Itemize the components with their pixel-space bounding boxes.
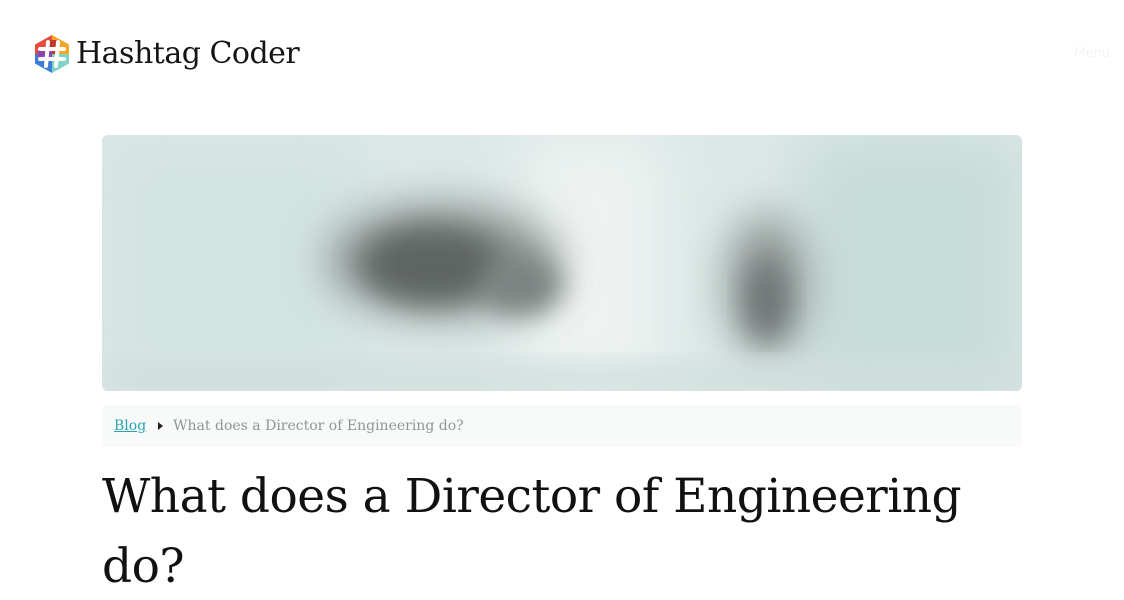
hero-image	[102, 135, 1022, 391]
hashtag-logo-icon	[35, 35, 69, 73]
menu-toggle-link[interactable]: Menu	[1074, 46, 1110, 61]
breadcrumb-current: What does a Director of Engineering do?	[173, 418, 464, 434]
site-header: Hashtag Coder Menu	[0, 0, 1124, 108]
hero-image-graphic	[102, 135, 1022, 391]
breadcrumb-blog-link[interactable]: Blog	[114, 418, 146, 434]
breadcrumb: Blog What does a Director of Engineering…	[102, 405, 1022, 447]
site-logo-link[interactable]: Hashtag Coder	[32, 34, 300, 74]
page-title: What does a Director of Engineering do?	[102, 469, 962, 594]
page: Hashtag Coder Menu Blog What does a Dire…	[0, 0, 1124, 600]
site-name: Hashtag Coder	[76, 36, 300, 71]
caret-right-icon	[158, 422, 164, 430]
